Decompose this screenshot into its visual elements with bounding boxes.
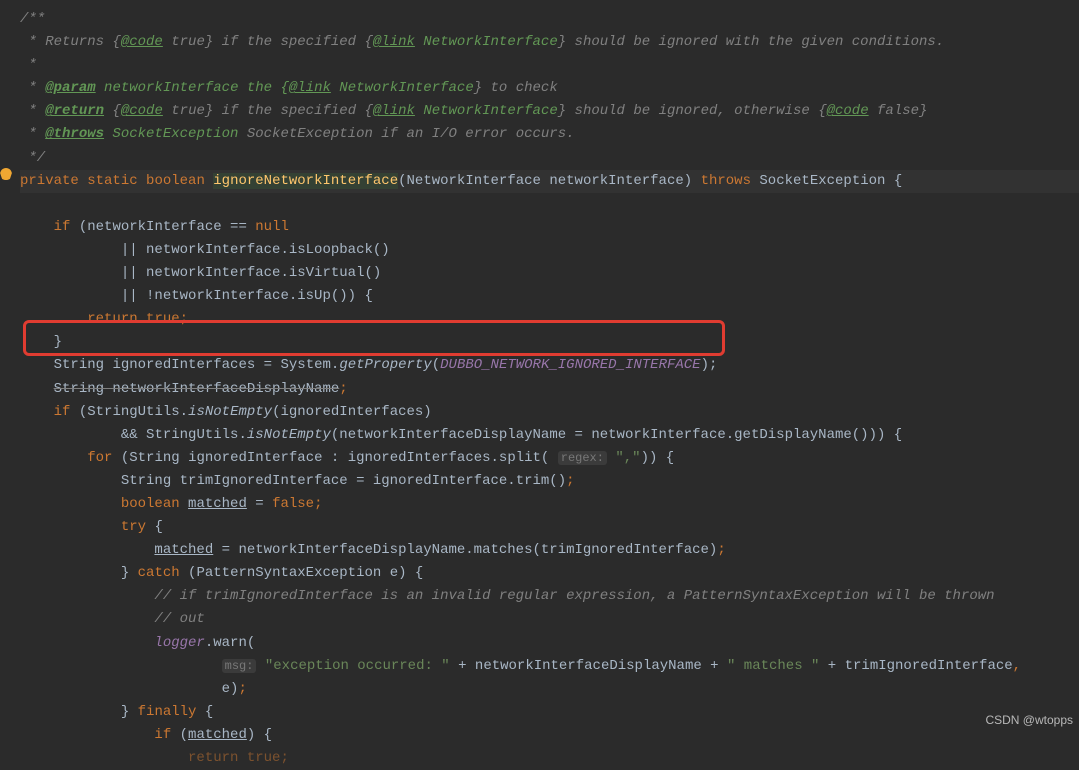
gutter	[0, 0, 20, 770]
doc-line: * Returns {@code true} if the specified …	[20, 34, 944, 50]
doc-line: * @return {@code true} if the specified …	[20, 103, 927, 119]
line-comment: // out	[154, 611, 204, 627]
line-comment: // if trimIgnoredInterface is an invalid…	[154, 588, 994, 604]
code-block[interactable]: /** * Returns {@code true} if the specif…	[20, 8, 1079, 770]
doc-line: /**	[20, 11, 45, 27]
param-hint: msg:	[222, 659, 257, 673]
doc-line: * @throws SocketException SocketExceptio…	[20, 126, 575, 142]
doc-line: */	[20, 150, 45, 166]
intention-bulb-icon[interactable]	[0, 168, 12, 180]
doc-line: *	[20, 57, 37, 73]
param-hint: regex:	[558, 451, 607, 465]
method-name: ignoreNetworkInterface	[213, 173, 398, 189]
doc-line: * @param networkInterface the {@link Net…	[20, 80, 558, 96]
code-editor[interactable]: /** * Returns {@code true} if the specif…	[0, 0, 1079, 770]
current-line: private static boolean ignoreNetworkInte…	[20, 170, 1079, 193]
constant-ref: DUBBO_NETWORK_IGNORED_INTERFACE	[440, 357, 700, 373]
watermark-text: CSDN @wtopps	[985, 711, 1073, 731]
